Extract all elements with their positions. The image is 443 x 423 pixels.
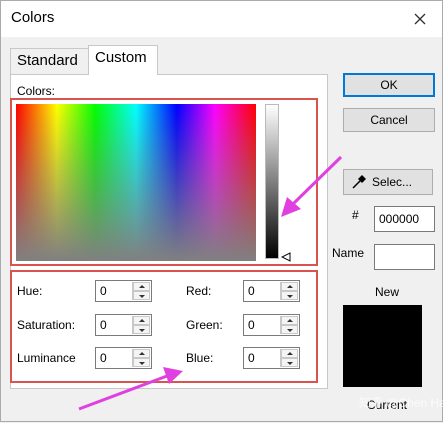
luminance-decrement-button[interactable] xyxy=(133,358,150,367)
luminance-increment-button[interactable] xyxy=(133,349,150,358)
hue-input[interactable] xyxy=(96,281,133,301)
color-preview xyxy=(343,305,422,387)
blue-input[interactable] xyxy=(244,348,281,368)
hue-decrement-button[interactable] xyxy=(133,291,150,300)
luminance-input[interactable] xyxy=(96,348,133,368)
new-color-label: New xyxy=(375,285,400,299)
title-bar: Colors xyxy=(1,1,442,37)
dialog-title: Colors xyxy=(11,9,55,26)
blue-increment-button[interactable] xyxy=(281,349,298,358)
red-label: Red: xyxy=(186,284,212,298)
tab-custom[interactable]: Custom xyxy=(88,45,158,75)
red-increment-button[interactable] xyxy=(281,282,298,291)
close-icon xyxy=(414,13,426,25)
saturation-decrement-button[interactable] xyxy=(133,325,150,334)
hex-label: # xyxy=(352,208,359,222)
tab-standard[interactable]: Standard xyxy=(10,48,89,74)
highlight-box-spectrum xyxy=(10,98,318,266)
saturation-increment-button[interactable] xyxy=(133,316,150,325)
colors-dialog: Colors Standard Custom Colors: Hue: Satu… xyxy=(0,0,443,422)
green-increment-button[interactable] xyxy=(281,316,298,325)
red-input[interactable] xyxy=(244,281,281,301)
hex-input[interactable] xyxy=(374,206,435,232)
blue-stepper[interactable] xyxy=(243,347,300,369)
green-input[interactable] xyxy=(244,315,281,335)
saturation-label: Saturation: xyxy=(17,318,76,332)
green-stepper[interactable] xyxy=(243,314,300,336)
blue-label: Blue: xyxy=(186,351,214,365)
select-color-button[interactable]: Selec... xyxy=(343,169,433,195)
luminance-stepper[interactable] xyxy=(95,347,152,369)
hue-label: Hue: xyxy=(17,284,43,298)
red-stepper[interactable] xyxy=(243,280,300,302)
cancel-button[interactable]: Cancel xyxy=(343,108,435,132)
hue-stepper[interactable] xyxy=(95,280,152,302)
select-button-label: Selec... xyxy=(372,175,413,189)
green-label: Green: xyxy=(186,318,223,332)
green-decrement-button[interactable] xyxy=(281,325,298,334)
watermark: 知乎 @Chen Hang xyxy=(359,396,443,410)
close-button[interactable] xyxy=(406,5,434,33)
red-decrement-button[interactable] xyxy=(281,291,298,300)
saturation-stepper[interactable] xyxy=(95,314,152,336)
colors-label: Colors: xyxy=(17,84,56,98)
hue-increment-button[interactable] xyxy=(133,282,150,291)
blue-decrement-button[interactable] xyxy=(281,358,298,367)
name-input[interactable] xyxy=(374,244,435,270)
ok-button[interactable]: OK xyxy=(343,73,435,97)
eyedropper-icon xyxy=(352,175,366,189)
saturation-input[interactable] xyxy=(96,315,133,335)
luminance-label: Luminance xyxy=(17,351,76,365)
name-label: Name xyxy=(332,246,365,260)
